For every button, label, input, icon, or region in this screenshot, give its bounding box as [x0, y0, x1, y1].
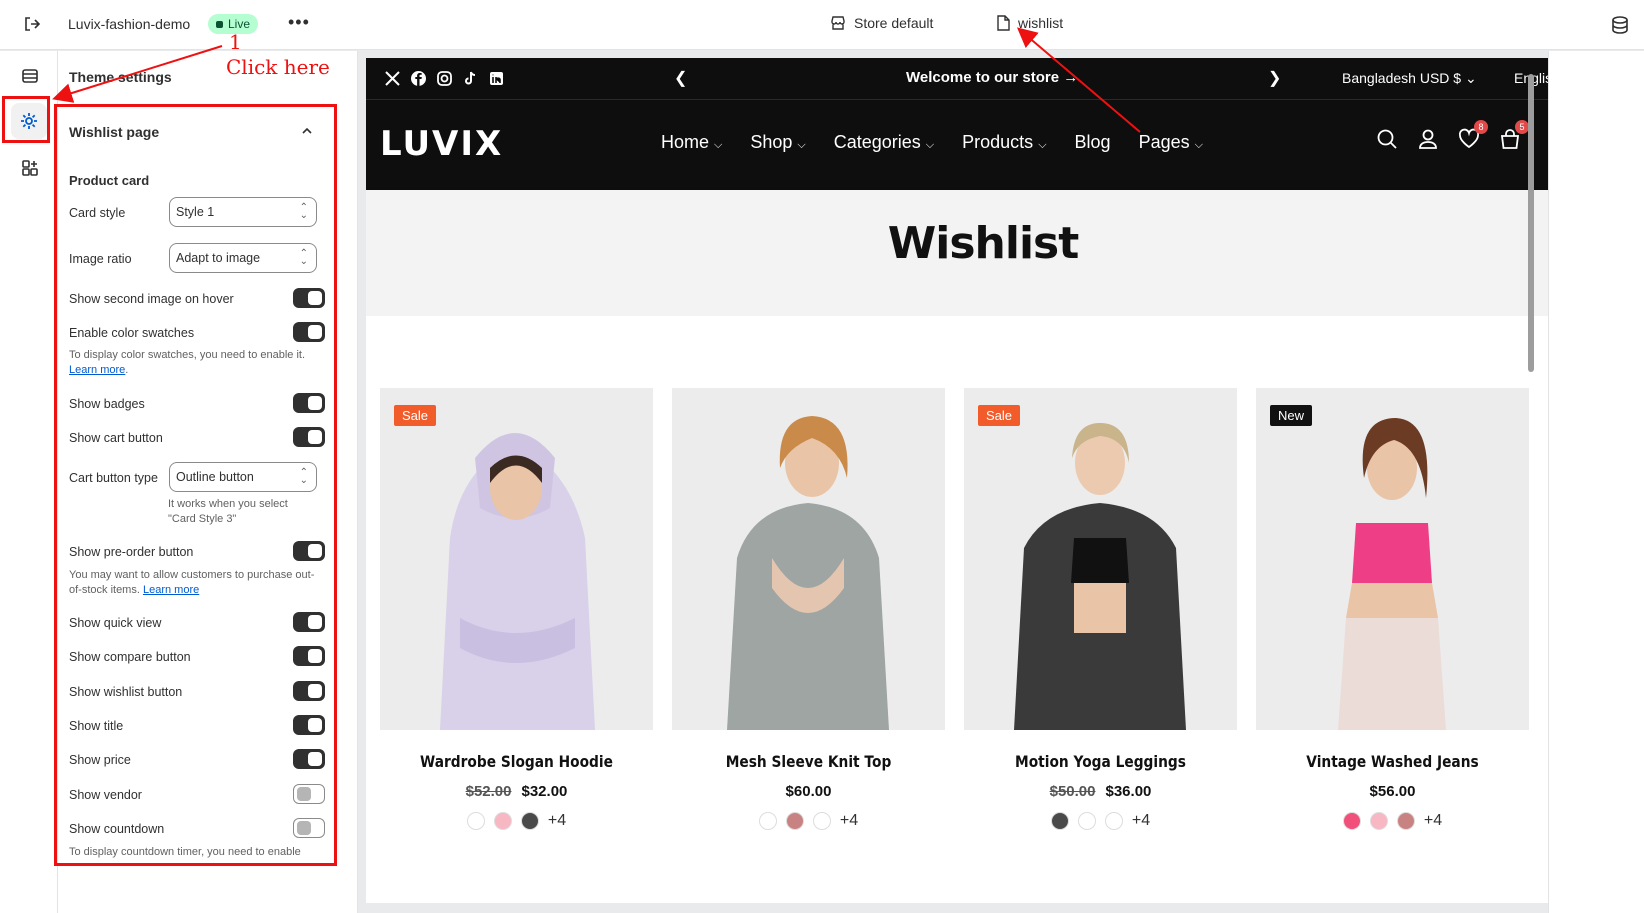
- arrow-to-settings: [52, 45, 223, 103]
- annotation-arrows: [52, 27, 1141, 133]
- arrow-to-template: [1016, 27, 1141, 133]
